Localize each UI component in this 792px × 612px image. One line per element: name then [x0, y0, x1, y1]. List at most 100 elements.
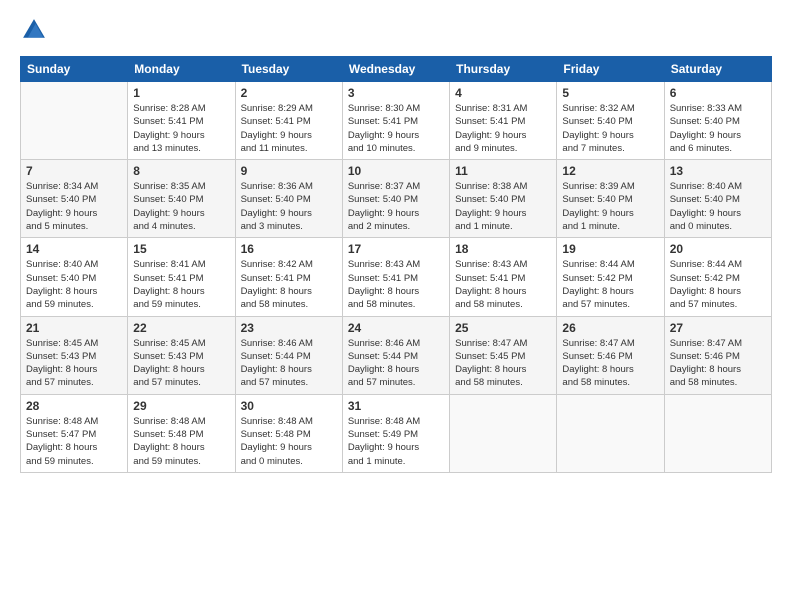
- day-info: Sunrise: 8:28 AM Sunset: 5:41 PM Dayligh…: [133, 102, 229, 155]
- weekday-header-friday: Friday: [557, 57, 664, 82]
- day-cell: 8Sunrise: 8:35 AM Sunset: 5:40 PM Daylig…: [128, 160, 235, 238]
- day-number: 30: [241, 399, 337, 413]
- day-cell: 22Sunrise: 8:45 AM Sunset: 5:43 PM Dayli…: [128, 316, 235, 394]
- day-cell: 14 Sunrise: 8:40 AM Sunset: 5:40 PM Dayli…: [21, 238, 128, 316]
- week-row-1: 1 Sunrise: 8:28 AM Sunset: 5:41 PM Daylig…: [21, 82, 772, 160]
- day-number: 2: [241, 86, 337, 100]
- day-info: Sunrise: 8:42 AM Sunset: 5:41 PM Dayligh…: [241, 258, 337, 311]
- day-number: 16: [241, 242, 337, 256]
- day-info: Sunrise: 8:40 AM Sunset: 5:40 PM Dayligh…: [26, 258, 122, 311]
- day-info: Sunrise: 8:32 AM Sunset: 5:40 PM Dayligh…: [562, 102, 658, 155]
- day-info: Sunrise: 8:39 AM Sunset: 5:40 PM Dayligh…: [562, 180, 658, 233]
- week-row-2: 7 Sunrise: 8:34 AM Sunset: 5:40 PM Daylig…: [21, 160, 772, 238]
- day-cell: 29 Sunrise: 8:48 AM Sunset: 5:48 PM Dayli…: [128, 394, 235, 472]
- day-info: Sunrise: 8:48 AM Sunset: 5:47 PM Dayligh…: [26, 415, 122, 468]
- weekday-header-thursday: Thursday: [450, 57, 557, 82]
- day-info: Sunrise: 8:35 AM Sunset: 5:40 PM Dayligh…: [133, 180, 229, 233]
- day-number: 24: [348, 321, 444, 335]
- day-info: Sunrise: 8:45 AM Sunset: 5:43 PM Dayligh…: [133, 337, 229, 390]
- day-number: 12: [562, 164, 658, 178]
- day-cell: 1 Sunrise: 8:28 AM Sunset: 5:41 PM Daylig…: [128, 82, 235, 160]
- day-cell: 17Sunrise: 8:43 AM Sunset: 5:41 PM Dayli…: [342, 238, 449, 316]
- day-cell: 11 Sunrise: 8:38 AM Sunset: 5:40 PM Dayli…: [450, 160, 557, 238]
- day-info: Sunrise: 8:40 AM Sunset: 5:40 PM Dayligh…: [670, 180, 766, 233]
- day-cell: 13 Sunrise: 8:40 AM Sunset: 5:40 PM Dayli…: [664, 160, 771, 238]
- day-info: Sunrise: 8:47 AM Sunset: 5:45 PM Dayligh…: [455, 337, 551, 390]
- day-info: Sunrise: 8:37 AM Sunset: 5:40 PM Dayligh…: [348, 180, 444, 233]
- week-row-3: 14 Sunrise: 8:40 AM Sunset: 5:40 PM Dayli…: [21, 238, 772, 316]
- weekday-header-saturday: Saturday: [664, 57, 771, 82]
- day-cell: 16 Sunrise: 8:42 AM Sunset: 5:41 PM Dayli…: [235, 238, 342, 316]
- day-number: 26: [562, 321, 658, 335]
- day-cell: 4 Sunrise: 8:31 AM Sunset: 5:41 PM Daylig…: [450, 82, 557, 160]
- day-cell: 7 Sunrise: 8:34 AM Sunset: 5:40 PM Daylig…: [21, 160, 128, 238]
- day-number: 31: [348, 399, 444, 413]
- day-info: Sunrise: 8:48 AM Sunset: 5:49 PM Dayligh…: [348, 415, 444, 468]
- logo: [20, 16, 52, 44]
- day-cell: [557, 394, 664, 472]
- day-info: Sunrise: 8:45 AM Sunset: 5:43 PM Dayligh…: [26, 337, 122, 390]
- day-cell: [664, 394, 771, 472]
- day-info: Sunrise: 8:36 AM Sunset: 5:40 PM Dayligh…: [241, 180, 337, 233]
- day-cell: 27 Sunrise: 8:47 AM Sunset: 5:46 PM Dayli…: [664, 316, 771, 394]
- weekday-header-wednesday: Wednesday: [342, 57, 449, 82]
- day-number: 23: [241, 321, 337, 335]
- day-info: Sunrise: 8:31 AM Sunset: 5:41 PM Dayligh…: [455, 102, 551, 155]
- day-info: Sunrise: 8:47 AM Sunset: 5:46 PM Dayligh…: [562, 337, 658, 390]
- day-info: Sunrise: 8:46 AM Sunset: 5:44 PM Dayligh…: [348, 337, 444, 390]
- day-number: 20: [670, 242, 766, 256]
- day-info: Sunrise: 8:46 AM Sunset: 5:44 PM Dayligh…: [241, 337, 337, 390]
- day-number: 13: [670, 164, 766, 178]
- day-cell: 30Sunrise: 8:48 AM Sunset: 5:48 PM Dayli…: [235, 394, 342, 472]
- day-cell: 9Sunrise: 8:36 AM Sunset: 5:40 PM Daylig…: [235, 160, 342, 238]
- day-cell: 15Sunrise: 8:41 AM Sunset: 5:41 PM Dayli…: [128, 238, 235, 316]
- day-number: 3: [348, 86, 444, 100]
- day-cell: 12 Sunrise: 8:39 AM Sunset: 5:40 PM Dayli…: [557, 160, 664, 238]
- day-number: 29: [133, 399, 229, 413]
- day-info: Sunrise: 8:30 AM Sunset: 5:41 PM Dayligh…: [348, 102, 444, 155]
- day-cell: 10Sunrise: 8:37 AM Sunset: 5:40 PM Dayli…: [342, 160, 449, 238]
- logo-icon: [20, 16, 48, 44]
- day-number: 11: [455, 164, 551, 178]
- day-cell: 26 Sunrise: 8:47 AM Sunset: 5:46 PM Dayli…: [557, 316, 664, 394]
- day-cell: 5Sunrise: 8:32 AM Sunset: 5:40 PM Daylig…: [557, 82, 664, 160]
- day-cell: 19 Sunrise: 8:44 AM Sunset: 5:42 PM Dayli…: [557, 238, 664, 316]
- day-info: Sunrise: 8:38 AM Sunset: 5:40 PM Dayligh…: [455, 180, 551, 233]
- day-number: 28: [26, 399, 122, 413]
- day-info: Sunrise: 8:48 AM Sunset: 5:48 PM Dayligh…: [133, 415, 229, 468]
- weekday-header-sunday: Sunday: [21, 57, 128, 82]
- day-cell: 28 Sunrise: 8:48 AM Sunset: 5:47 PM Dayli…: [21, 394, 128, 472]
- day-number: 18: [455, 242, 551, 256]
- day-cell: 25 Sunrise: 8:47 AM Sunset: 5:45 PM Dayli…: [450, 316, 557, 394]
- day-cell: 6 Sunrise: 8:33 AM Sunset: 5:40 PM Daylig…: [664, 82, 771, 160]
- day-cell: 23 Sunrise: 8:46 AM Sunset: 5:44 PM Dayli…: [235, 316, 342, 394]
- day-info: Sunrise: 8:41 AM Sunset: 5:41 PM Dayligh…: [133, 258, 229, 311]
- day-cell: 20Sunrise: 8:44 AM Sunset: 5:42 PM Dayli…: [664, 238, 771, 316]
- weekday-header-row: SundayMondayTuesdayWednesdayThursdayFrid…: [21, 57, 772, 82]
- day-number: 4: [455, 86, 551, 100]
- day-number: 6: [670, 86, 766, 100]
- day-cell: [450, 394, 557, 472]
- day-info: Sunrise: 8:34 AM Sunset: 5:40 PM Dayligh…: [26, 180, 122, 233]
- day-cell: 18 Sunrise: 8:43 AM Sunset: 5:41 PM Dayli…: [450, 238, 557, 316]
- day-info: Sunrise: 8:43 AM Sunset: 5:41 PM Dayligh…: [455, 258, 551, 311]
- day-number: 1: [133, 86, 229, 100]
- day-cell: 21Sunrise: 8:45 AM Sunset: 5:43 PM Dayli…: [21, 316, 128, 394]
- day-info: Sunrise: 8:33 AM Sunset: 5:40 PM Dayligh…: [670, 102, 766, 155]
- day-number: 19: [562, 242, 658, 256]
- day-cell: 24 Sunrise: 8:46 AM Sunset: 5:44 PM Dayli…: [342, 316, 449, 394]
- day-number: 27: [670, 321, 766, 335]
- day-number: 17: [348, 242, 444, 256]
- calendar-container: SundayMondayTuesdayWednesdayThursdayFrid…: [0, 0, 792, 483]
- day-number: 14: [26, 242, 122, 256]
- day-number: 7: [26, 164, 122, 178]
- weekday-header-tuesday: Tuesday: [235, 57, 342, 82]
- week-row-5: 28 Sunrise: 8:48 AM Sunset: 5:47 PM Dayli…: [21, 394, 772, 472]
- day-cell: 31 Sunrise: 8:48 AM Sunset: 5:49 PM Dayli…: [342, 394, 449, 472]
- weekday-header-monday: Monday: [128, 57, 235, 82]
- day-cell: [21, 82, 128, 160]
- day-cell: 2Sunrise: 8:29 AM Sunset: 5:41 PM Daylig…: [235, 82, 342, 160]
- day-info: Sunrise: 8:44 AM Sunset: 5:42 PM Dayligh…: [562, 258, 658, 311]
- day-info: Sunrise: 8:47 AM Sunset: 5:46 PM Dayligh…: [670, 337, 766, 390]
- day-number: 25: [455, 321, 551, 335]
